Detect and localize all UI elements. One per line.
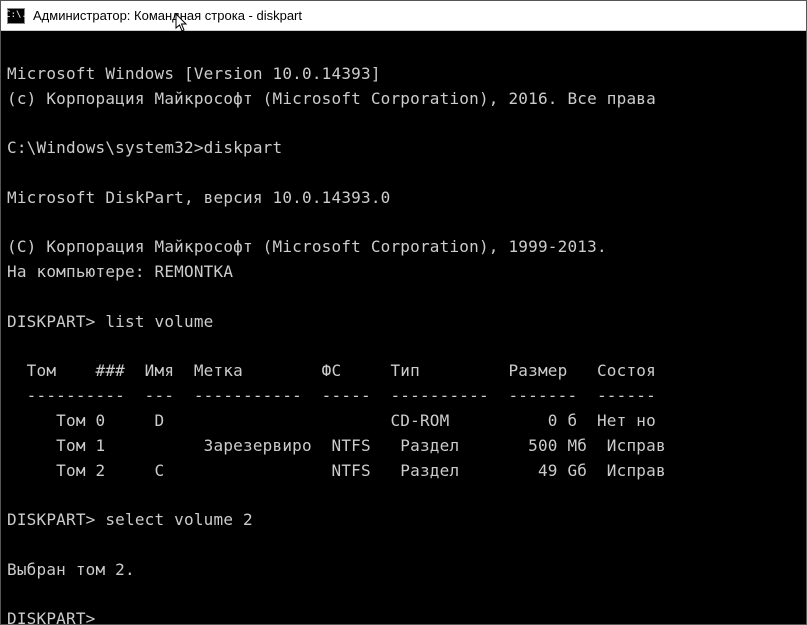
terminal-output[interactable]: Microsoft Windows [Version 10.0.14393] (… — [1, 31, 806, 624]
output-line: На компьютере: REMONTKA — [7, 262, 233, 281]
cmd-icon: C:\. — [7, 8, 25, 24]
output-line: Microsoft Windows [Version 10.0.14393] — [7, 64, 381, 83]
window-title: Администратор: Командная строка - diskpa… — [33, 8, 302, 23]
table-row: Том 1 Зарезервиро NTFS Раздел 500 Mб Исп… — [7, 436, 666, 455]
titlebar[interactable]: C:\. Администратор: Командная строка - d… — [1, 1, 806, 31]
table-row: Том 2 C NTFS Раздел 49 Gб Исправ — [7, 461, 666, 480]
output-line: Выбран том 2. — [7, 560, 135, 579]
command-line: DISKPART> list volume — [7, 312, 214, 331]
output-line: (C) Корпорация Майкрософт (Microsoft Cor… — [7, 237, 607, 256]
command-prompt-window: C:\. Администратор: Командная строка - d… — [0, 0, 807, 625]
command-line: C:\Windows\system32>diskpart — [7, 138, 282, 157]
table-row: Том 0 D CD-ROM 0 б Нет но — [7, 411, 656, 430]
command-line: DISKPART> select volume 2 — [7, 510, 253, 529]
table-header: Том ### Имя Метка ФС Тип Размер Состоя — [7, 361, 656, 380]
prompt-line: DISKPART> — [7, 609, 96, 624]
table-divider: ---------- --- ----------- ----- -------… — [7, 386, 656, 405]
output-line: Microsoft DiskPart, версия 10.0.14393.0 — [7, 188, 390, 207]
output-line: (c) Корпорация Майкрософт (Microsoft Cor… — [7, 89, 656, 108]
